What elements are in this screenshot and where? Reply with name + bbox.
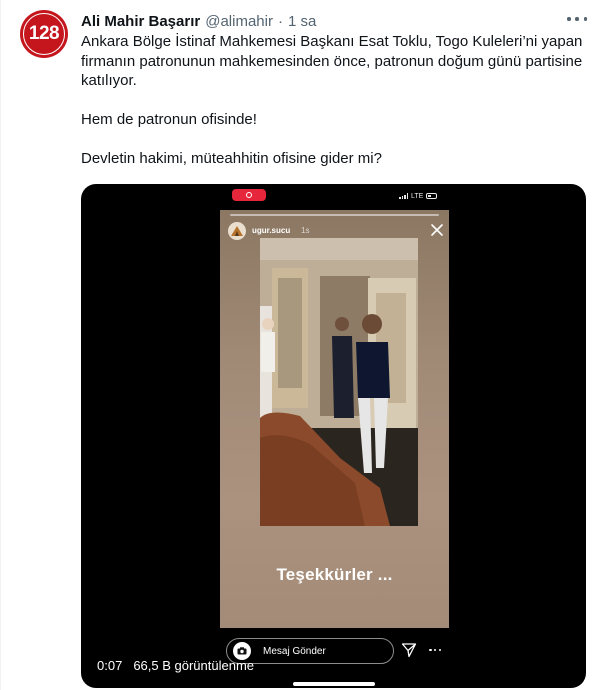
- video-views: 66,5 B görüntülenme: [133, 658, 255, 673]
- story-frame: ugur.sucu 1s Teşekkürler ...: [220, 210, 449, 628]
- story-timestamp: 1s: [301, 226, 310, 235]
- tweet-paragraph: Devletin hakimi, müteahhitin ofisine gid…: [81, 150, 382, 167]
- tweet-text: Ankara Bölge İstinaf Mahkemesi Başkanı E…: [81, 32, 586, 169]
- story-caption: Teşekkürler ...: [276, 565, 393, 584]
- story-photo: [260, 238, 418, 526]
- story-progress-bar: [230, 214, 439, 216]
- more-icon[interactable]: [567, 12, 587, 26]
- message-placeholder: Mesaj Gönder: [263, 645, 326, 657]
- network-label: LTE: [411, 192, 424, 200]
- avatar[interactable]: 128: [20, 10, 68, 58]
- signal-icon: [399, 193, 408, 199]
- battery-icon: [426, 193, 438, 199]
- phone-status-bar: LTE: [399, 191, 438, 201]
- user-handle[interactable]: @alimahir: [205, 13, 273, 30]
- video-meta: 0:07 66,5 B görüntülenme: [97, 658, 254, 673]
- story-username: ugur.sucu: [252, 226, 291, 235]
- tweet-paragraph: Hem de patronun ofisinde!: [81, 111, 257, 128]
- record-icon: [232, 189, 266, 201]
- home-indicator: [293, 682, 375, 686]
- video-player[interactable]: LTE ugur.sucu 1s Teşekkürler ... Mesaj G…: [81, 184, 586, 688]
- story-avatar: [228, 222, 246, 240]
- separator-dot: ·: [277, 12, 283, 30]
- tweet[interactable]: 128 Ali Mahir Başarır @alimahir · 1 sa A…: [0, 0, 600, 690]
- tweet-header: Ali Mahir Başarır @alimahir · 1 sa: [81, 11, 316, 31]
- avatar-text: 128: [28, 23, 60, 44]
- tweet-time[interactable]: 1 sa: [288, 13, 316, 30]
- close-icon: [431, 224, 443, 236]
- tweet-paragraph: Ankara Bölge İstinaf Mahkemesi Başkanı E…: [81, 33, 583, 89]
- video-elapsed: 0:07: [97, 658, 123, 673]
- send-icon[interactable]: [401, 642, 417, 658]
- menu-dots-icon[interactable]: [429, 646, 441, 654]
- display-name[interactable]: Ali Mahir Başarır: [81, 13, 200, 30]
